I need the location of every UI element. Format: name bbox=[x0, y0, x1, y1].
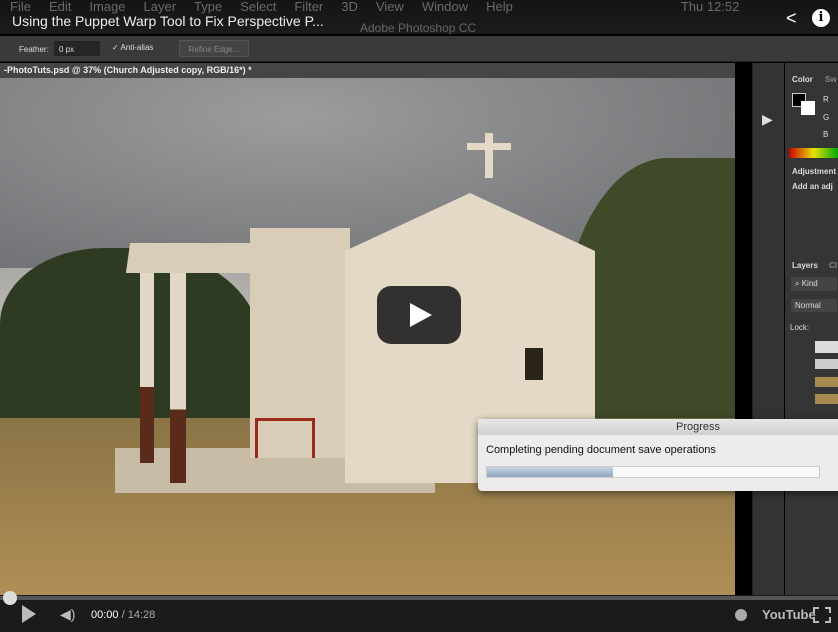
fullscreen-icon[interactable] bbox=[813, 607, 831, 623]
tab-layers: Layers bbox=[792, 261, 818, 270]
menu-3d: 3D bbox=[341, 0, 358, 14]
g-label: G bbox=[823, 113, 830, 122]
big-play-button[interactable] bbox=[377, 286, 461, 344]
kind-filter: ⌕ Kind bbox=[791, 277, 837, 291]
progress-dialog: Progress Completing pending document sav… bbox=[478, 419, 838, 491]
tool-strip: ▶ bbox=[752, 63, 784, 595]
layer-thumb bbox=[815, 359, 838, 369]
youtube-logo[interactable]: YouTube bbox=[762, 607, 816, 622]
r-label: R bbox=[823, 95, 829, 104]
seek-handle[interactable] bbox=[3, 591, 17, 605]
column bbox=[170, 273, 186, 483]
chapel-window bbox=[525, 348, 543, 380]
menu-type: Type bbox=[194, 0, 223, 14]
play-icon bbox=[410, 303, 432, 327]
options-bar: Feather: 0 px ✓ Anti-alias Refine Edge..… bbox=[0, 36, 838, 62]
time-display: 00:00 / 14:28 bbox=[91, 609, 156, 621]
red-chair bbox=[255, 418, 315, 458]
menu-select: Select bbox=[240, 0, 277, 14]
trees bbox=[0, 248, 260, 438]
column bbox=[140, 273, 154, 463]
layer-thumb bbox=[815, 377, 838, 387]
tab-swatches: Sw bbox=[825, 75, 837, 84]
antialias-label: Anti-alias bbox=[120, 43, 154, 52]
refine-edge-button: Refine Edge... bbox=[179, 40, 249, 57]
menu-filter: Filter bbox=[294, 0, 324, 14]
lock-label: Lock: bbox=[790, 323, 810, 332]
add-adjustment-label: Add an adj bbox=[792, 182, 833, 191]
clock: Thu 12:52 bbox=[680, 0, 740, 14]
tab-color: Color bbox=[792, 75, 813, 84]
dialog-message: Completing pending document save operati… bbox=[486, 444, 716, 456]
dialog-title: Progress bbox=[478, 419, 838, 435]
feather-input: 0 px bbox=[54, 41, 100, 56]
cross bbox=[485, 133, 493, 178]
share-icon[interactable]: < bbox=[786, 8, 797, 29]
duration: 14:28 bbox=[127, 609, 156, 621]
b-label: B bbox=[823, 130, 829, 139]
current-time: 00:00 bbox=[91, 609, 119, 621]
layer-thumb bbox=[815, 394, 838, 404]
panels: Color Sw R G B Adjustment Add an adj Lay… bbox=[785, 63, 838, 595]
antialias-checkbox: ✓ Anti-alias bbox=[112, 43, 154, 52]
document-tab: -PhotoTuts.psd @ 37% (Church Adjusted co… bbox=[0, 63, 735, 78]
video-frame-photo[interactable] bbox=[0, 78, 735, 595]
adjustments-title: Adjustment bbox=[792, 167, 836, 176]
volume-icon[interactable]: ◀) bbox=[60, 606, 75, 623]
app-name: Adobe Photoshop CC bbox=[360, 21, 477, 35]
layer-thumb bbox=[815, 341, 838, 353]
menu-help: Help bbox=[486, 0, 513, 14]
menu-edit: Edit bbox=[48, 0, 72, 14]
menu-window: Window bbox=[421, 0, 469, 14]
info-icon[interactable]: i bbox=[812, 9, 830, 27]
kind-label: Kind bbox=[801, 279, 818, 288]
tab-channels: Cl bbox=[829, 261, 837, 270]
menu-image: Image bbox=[89, 0, 126, 14]
seek-bar[interactable] bbox=[0, 596, 838, 600]
feather-label: Feather: bbox=[19, 45, 49, 54]
background-swatch bbox=[801, 101, 815, 115]
color-ramp bbox=[789, 148, 838, 158]
menu-view: View bbox=[375, 0, 404, 14]
save-progress-fill bbox=[487, 467, 614, 477]
save-progress-bar bbox=[486, 466, 820, 478]
video-title[interactable]: Using the Puppet Warp Tool to Fix Perspe… bbox=[12, 13, 324, 29]
play-button[interactable] bbox=[22, 605, 36, 623]
blend-mode-select: Normal bbox=[791, 299, 837, 312]
cross bbox=[467, 143, 511, 150]
menu-layer: Layer bbox=[143, 0, 177, 14]
menu-file: File bbox=[10, 0, 31, 14]
watch-later-icon[interactable] bbox=[735, 609, 747, 621]
play-action-icon: ▶ bbox=[762, 111, 773, 127]
